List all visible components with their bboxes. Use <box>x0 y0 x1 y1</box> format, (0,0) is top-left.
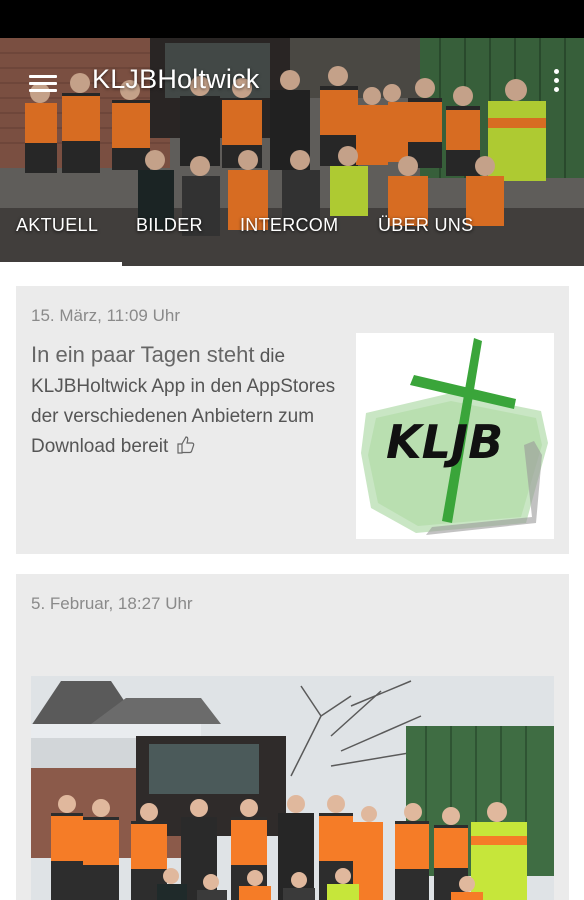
post-photo[interactable] <box>31 676 554 900</box>
post-card[interactable]: 5. Februar, 18:27 Uhr <box>16 574 569 900</box>
group-photo <box>31 676 554 900</box>
thumbs-up-icon <box>176 436 194 454</box>
app-title: KLJBHoltwick <box>92 64 260 94</box>
post-text-lead: In ein paar Tagen steht <box>31 342 255 367</box>
news-feed[interactable]: 15. März, 11:09 Uhr In ein paar Tagen st… <box>0 266 584 900</box>
post-date: 15. März, 11:09 Uhr <box>31 306 180 325</box>
overflow-menu-icon[interactable] <box>546 66 566 96</box>
tab-bilder[interactable]: BILDER <box>136 208 203 266</box>
post-date: 5. Februar, 18:27 Uhr <box>31 594 193 613</box>
kljb-logo-image: KLJB <box>361 338 548 535</box>
status-bar <box>0 0 584 38</box>
tab-aktuell[interactable]: AKTUELL <box>16 208 98 266</box>
tab-ueber-uns[interactable]: ÜBER UNS <box>378 208 473 266</box>
tab-bar: AKTUELL BILDER INTERCOM ÜBER UNS <box>0 208 584 266</box>
app-bar: KLJBHoltwick <box>0 38 584 124</box>
svg-text:KLJB: KLJB <box>386 415 503 469</box>
tab-intercom[interactable]: INTERCOM <box>240 208 338 266</box>
header: KLJBHoltwick AKTUELL BILDER INTERCOM ÜBE… <box>0 38 584 266</box>
post-card[interactable]: 15. März, 11:09 Uhr In ein paar Tagen st… <box>16 286 569 554</box>
post-text: In ein paar Tagen steht die KLJBHoltwick… <box>31 340 343 462</box>
hamburger-menu-icon[interactable] <box>27 72 59 96</box>
kljb-logo-thumbnail[interactable]: KLJB <box>356 333 554 539</box>
